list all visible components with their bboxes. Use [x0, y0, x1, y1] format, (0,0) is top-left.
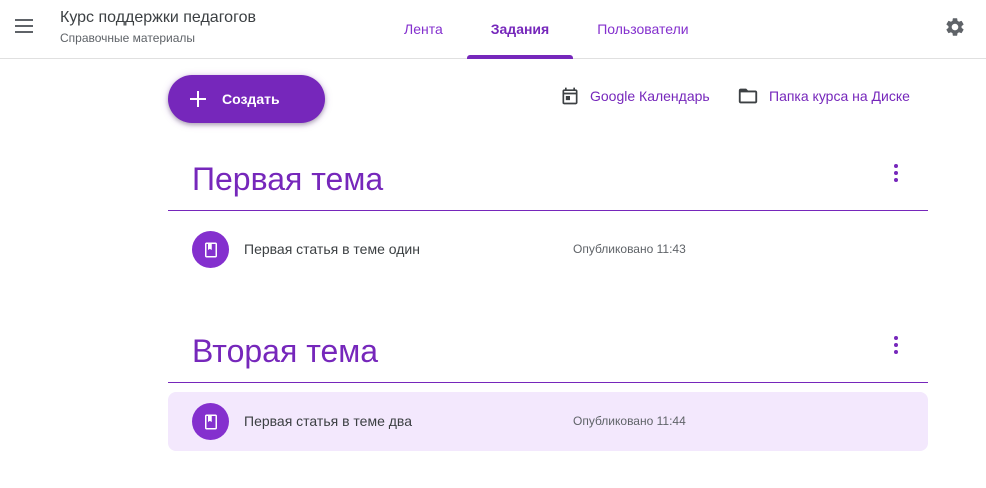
hamburger-menu-icon[interactable]: [8, 8, 40, 44]
topic-title: Вторая тема: [192, 333, 379, 369]
course-drive-folder-link[interactable]: Папка курса на Диске: [737, 84, 910, 108]
tab-classwork[interactable]: Задания: [466, 0, 574, 59]
course-subtitle: Справочные материалы: [60, 31, 196, 45]
topic-header: Первая тема: [168, 153, 928, 211]
topic-header: Вторая тема: [168, 325, 928, 383]
app-header: Курс поддержки педагогов Справочные мате…: [0, 0, 986, 59]
topic-title: Первая тема: [192, 161, 384, 197]
material-published-time: Опубликовано 11:43: [573, 242, 686, 256]
more-vert-icon[interactable]: [884, 333, 908, 357]
google-calendar-label: Google Календарь: [590, 88, 710, 104]
course-drive-folder-label: Папка курса на Диске: [769, 88, 910, 104]
book-icon: [192, 403, 229, 440]
create-button-label: Создать: [222, 91, 280, 107]
gear-icon[interactable]: [940, 12, 970, 42]
material-item[interactable]: Первая статья в теме два Опубликовано 11…: [168, 392, 928, 451]
book-icon: [192, 231, 229, 268]
more-vert-icon[interactable]: [884, 161, 908, 185]
tab-stream[interactable]: Лента: [380, 0, 467, 58]
material-item[interactable]: Первая статья в теме один Опубликовано 1…: [168, 220, 928, 279]
tab-people[interactable]: Пользователи: [573, 0, 712, 58]
course-title[interactable]: Курс поддержки педагогов: [60, 9, 256, 27]
folder-icon: [738, 88, 758, 104]
material-title: Первая статья в теме два: [244, 413, 412, 429]
material-title: Первая статья в теме один: [244, 241, 420, 257]
topic-section: Первая тема Первая статья в теме один Оп…: [168, 153, 928, 279]
material-published-time: Опубликовано 11:44: [573, 414, 686, 428]
calendar-icon: [562, 87, 578, 105]
plus-icon: [190, 91, 206, 107]
topic-section: Вторая тема Первая статья в теме два Опу…: [168, 325, 928, 451]
google-calendar-link[interactable]: Google Календарь: [560, 84, 710, 108]
tab-bar: Лента Задания Пользователи: [380, 0, 713, 59]
create-button[interactable]: Создать: [168, 75, 325, 123]
